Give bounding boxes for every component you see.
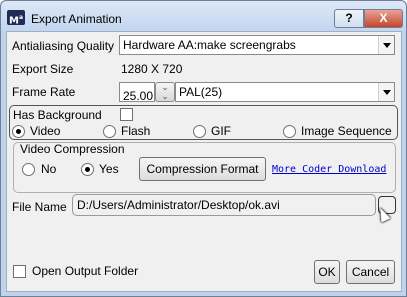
frame-rate-stepper[interactable]: ⌄ ⌄ [155,82,175,102]
title-bar[interactable]: Ma Export Animation ? X [1,1,406,31]
format-video-label: Video [30,124,61,138]
format-image-sequence-label: Image Sequence [301,124,392,138]
open-output-folder-label: Open Output Folder [32,264,139,278]
format-flash-label: Flash [121,124,151,138]
format-gif-label: GIF [211,124,231,138]
compression-format-button[interactable]: Compression Format [139,157,266,181]
more-coder-download-link[interactable]: More Coder Download [272,164,386,175]
export-size-value: 1280 X 720 [121,62,183,76]
export-animation-dialog: Ma Export Animation ? X Antialiasing Qua… [0,0,407,297]
compression-no-label: No [41,162,57,176]
video-compression-label: Video Compression [20,142,125,156]
export-size-label: Export Size [12,62,74,76]
frame-rate-input[interactable]: 25.00 [119,82,155,103]
has-background-checkbox[interactable] [120,108,133,121]
open-output-folder-checkbox[interactable] [13,265,26,278]
cancel-button[interactable]: Cancel [346,260,395,284]
frame-rate-preset-value: PAL(25) [179,85,223,99]
compression-radio-no[interactable] [22,163,35,176]
chevron-down-icon [378,36,394,54]
compression-radio-yes[interactable] [81,163,94,176]
frame-rate-label: Frame Rate [12,85,76,99]
file-name-input[interactable]: D:/Users/Administrator/Desktop/ok.avi [72,194,376,216]
double-chevron-down-icon: ⌄ ⌄ [161,82,169,101]
file-name-label: File Name [12,200,67,214]
app-logo-icon: Ma [7,10,25,26]
antialiasing-label: Antialiasing Quality [12,39,115,53]
frame-rate-value: 25.00 [123,89,154,103]
dialog-body: Antialiasing Quality Hardware AA:make sc… [6,31,402,292]
has-background-label: Has Background [13,108,102,122]
format-radio-flash[interactable] [103,125,116,138]
ok-button[interactable]: OK [314,260,340,284]
frame-rate-preset-select[interactable]: PAL(25) [175,82,395,102]
help-button[interactable]: ? [334,9,364,28]
close-button[interactable]: X [364,9,403,28]
format-radio-gif[interactable] [193,125,206,138]
format-radio-video[interactable] [12,125,25,138]
compression-yes-label: Yes [99,162,119,176]
chevron-down-icon [378,83,394,101]
format-radio-image-sequence[interactable] [283,125,296,138]
antialiasing-value: Hardware AA:make screengrabs [123,38,296,52]
window-title: Export Animation [31,12,122,26]
antialiasing-select[interactable]: Hardware AA:make screengrabs [119,35,395,55]
